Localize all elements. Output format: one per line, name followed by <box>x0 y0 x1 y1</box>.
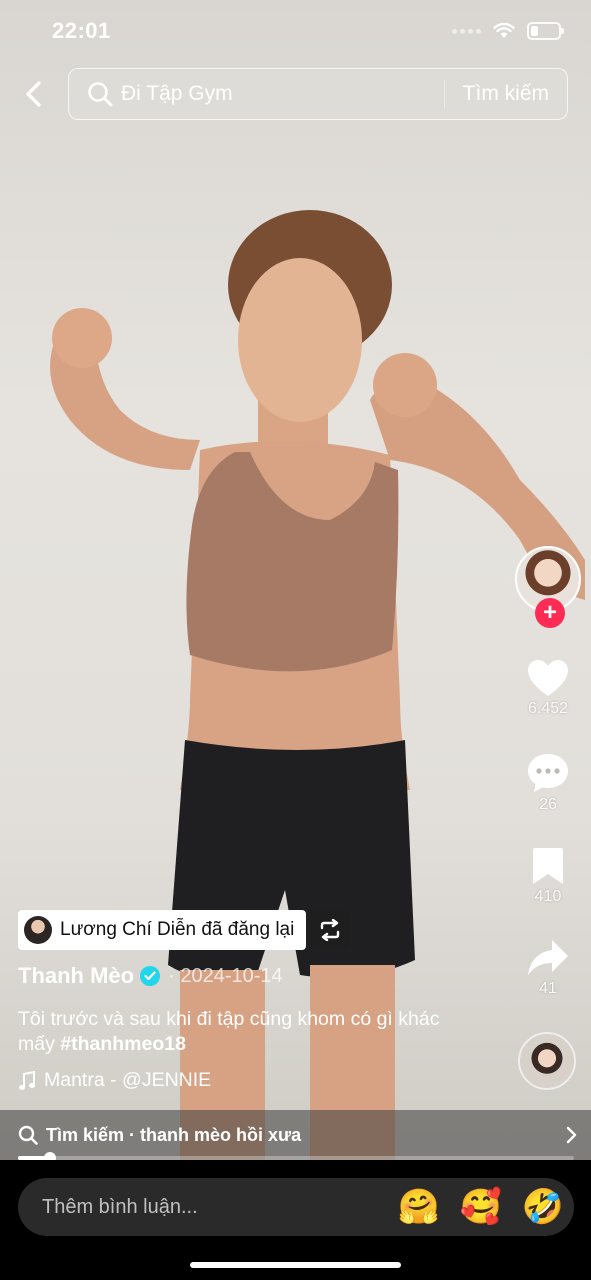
home-indicator <box>190 1262 401 1268</box>
bookmark-icon <box>533 848 563 884</box>
top-search-bar: Đi Tập Gym Tìm kiếm <box>0 68 591 120</box>
author-row: Thanh Mèo · 2024-10-14 <box>18 963 283 989</box>
repost-text: Lương Chí Diễn đã đăng lại <box>60 919 295 940</box>
music-note-icon <box>19 1070 35 1090</box>
battery-level <box>531 26 538 36</box>
chevron-left-icon <box>26 81 41 107</box>
search-icon <box>87 81 113 107</box>
comment-input[interactable]: Thêm bình luận... 🤗 🥰 🤣 <box>18 1178 574 1236</box>
comment-placeholder[interactable]: Thêm bình luận... <box>42 1196 388 1219</box>
post-date-value: 2024-10-14 <box>180 964 283 987</box>
status-icons <box>452 22 564 40</box>
like-count: 6.452 <box>527 700 569 717</box>
search-query-text: Đi Tập Gym <box>121 82 233 105</box>
hashtag-link[interactable]: #thanhmeo18 <box>60 1033 186 1055</box>
battery-icon <box>527 22 564 40</box>
follow-button[interactable]: + <box>535 598 565 628</box>
music-disc[interactable] <box>518 1032 576 1090</box>
music-info[interactable]: Mantra - @JENNIE <box>18 1069 211 1092</box>
bookmark-button[interactable]: 410 <box>510 846 586 906</box>
post-caption[interactable]: Tôi trước và sau khi đi tập cũng khom có… <box>18 1007 468 1057</box>
emoji-hearts-button[interactable]: 🥰 <box>450 1187 512 1227</box>
wifi-icon <box>493 23 515 38</box>
repost-icon <box>320 919 340 941</box>
search-icon <box>18 1125 38 1145</box>
emoji-hug-button[interactable]: 🤗 <box>388 1187 450 1227</box>
music-title: Mantra - @JENNIE <box>44 1069 212 1091</box>
reposter-avatar <box>24 916 52 944</box>
share-count: 41 <box>539 980 557 997</box>
like-button[interactable]: 6.452 <box>510 658 586 718</box>
status-time: 22:01 <box>52 18 111 43</box>
repost-chip[interactable]: Lương Chí Diễn đã đăng lại <box>18 910 307 950</box>
cellular-signal-icon <box>452 28 481 34</box>
comment-bubble-icon <box>528 754 568 792</box>
creator-avatar-group: + <box>515 546 581 628</box>
share-arrow-icon <box>528 940 568 975</box>
bookmark-count: 410 <box>534 888 562 905</box>
comment-button[interactable]: 26 <box>510 752 586 814</box>
repost-button[interactable] <box>310 910 350 950</box>
emoji-laugh-button[interactable]: 🤣 <box>512 1187 574 1227</box>
search-submit-button[interactable]: Tìm kiếm <box>445 82 567 106</box>
comment-count: 26 <box>539 796 557 813</box>
related-search-bar[interactable]: Tìm kiếm · thanh mèo hồi xưa <box>0 1110 591 1160</box>
verified-badge-icon <box>140 966 161 986</box>
heart-icon <box>528 660 568 696</box>
back-button[interactable] <box>14 74 52 114</box>
status-bar: 22:01 <box>0 0 591 62</box>
search-input[interactable]: Đi Tập Gym Tìm kiếm <box>68 68 568 120</box>
post-date: · 2024-10-14 <box>168 965 283 988</box>
chevron-right-icon <box>565 1126 577 1144</box>
related-search-text: Tìm kiếm · thanh mèo hồi xưa <box>46 1124 302 1145</box>
date-separator: · <box>168 964 175 987</box>
author-name[interactable]: Thanh Mèo <box>18 963 134 989</box>
share-button[interactable]: 41 <box>510 938 586 998</box>
